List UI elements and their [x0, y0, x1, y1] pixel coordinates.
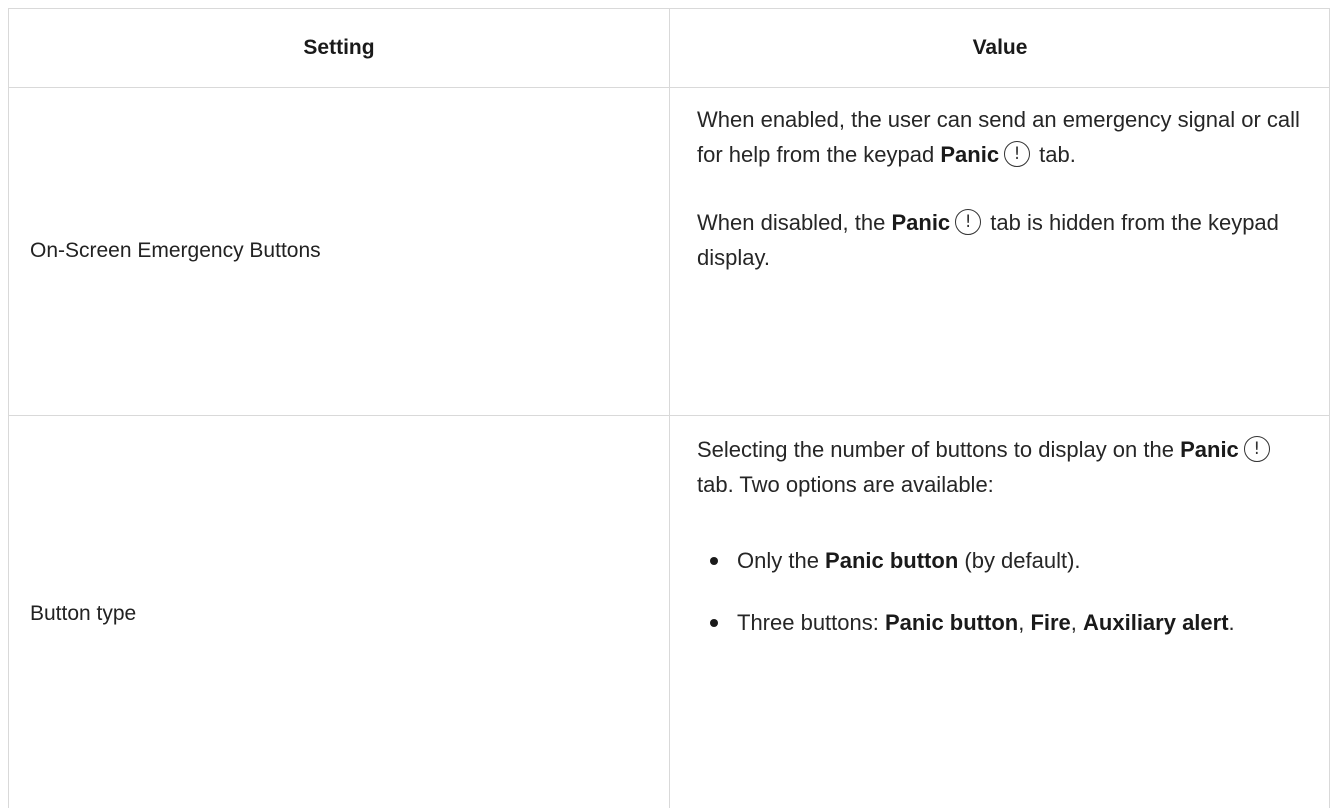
value-paragraph-disabled: When disabled, the Panic! tab is hidden …: [697, 209, 1279, 270]
table-right-border: [1329, 9, 1330, 808]
value-button-type: Selecting the number of buttons to displ…: [697, 432, 1307, 640]
exclamation-circle-icon: !: [955, 209, 982, 236]
value-paragraph-intro: Selecting the number of buttons to displ…: [697, 432, 1307, 502]
row-divider: [9, 415, 1330, 416]
exclamation-circle-icon: !: [1004, 141, 1031, 168]
column-header-setting: Setting: [303, 36, 375, 59]
header-divider: [9, 87, 1330, 88]
setting-button-type: Button type: [30, 602, 137, 625]
exclamation-circle-icon: !: [1243, 436, 1270, 463]
column-divider: [669, 9, 670, 808]
value-paragraph-enabled: When enabled, the user can send an emerg…: [697, 107, 1300, 168]
button-type-options: Only the Panic button (by default). Thre…: [697, 543, 1307, 640]
setting-on-screen-emergency-buttons: On-Screen Emergency Buttons: [30, 239, 321, 262]
column-header-value: Value: [972, 36, 1028, 59]
value-on-screen-emergency-buttons: When enabled, the user can send an emerg…: [697, 102, 1307, 275]
list-item: Only the Panic button (by default).: [697, 543, 1307, 578]
list-item: Three buttons: Panic button, Fire, Auxil…: [697, 605, 1307, 640]
